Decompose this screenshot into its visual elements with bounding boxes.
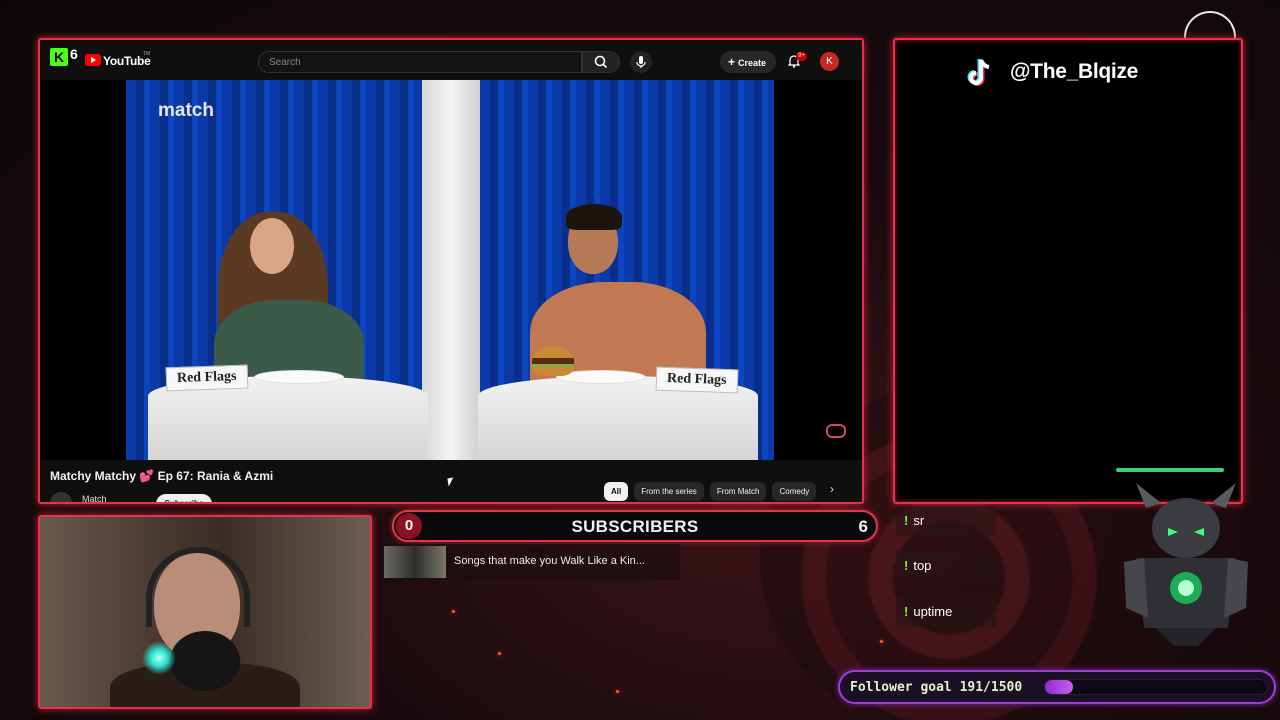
video-player[interactable]: match Red Flags Red Flags <box>40 80 862 460</box>
chip-from-series[interactable]: From the series <box>634 482 704 501</box>
video-brand-logo: match <box>158 100 214 121</box>
subscribers-label: SUBSCRIBERS <box>571 517 699 536</box>
tiktok-panel: @The_Blqize <box>893 38 1243 504</box>
command-top: ! top <box>896 551 996 581</box>
tiktok-progress-bar <box>1116 468 1224 472</box>
plate-left <box>254 370 344 384</box>
exclamation-icon: ! <box>904 558 909 573</box>
channel-avatar[interactable] <box>50 492 72 502</box>
youtube-window: K 6 YouTube TM Search + Create 9+ K match <box>38 38 864 504</box>
kick-logo-icon: K <box>50 48 68 66</box>
create-button[interactable]: + Create <box>720 51 776 73</box>
voice-search-button[interactable] <box>630 51 652 73</box>
red-flags-card-left: Red Flags <box>165 364 248 392</box>
ember <box>616 690 619 693</box>
chip-comedy[interactable]: Comedy <box>772 482 817 501</box>
ember <box>880 640 883 643</box>
now-playing: Songs that make you Walk Like a Kin... <box>380 544 680 580</box>
command-uptime: ! uptime <box>896 597 996 627</box>
command-label: uptime <box>913 604 953 619</box>
command-sr: ! sr <box>896 506 996 536</box>
subscribers-bar: SUBSCRIBERS 0 6 <box>392 510 878 542</box>
webcam-feed <box>38 515 372 709</box>
create-label: Create <box>738 58 767 68</box>
account-avatar[interactable]: K <box>820 52 839 71</box>
search-button[interactable] <box>582 51 620 73</box>
chip-all[interactable]: All <box>604 482 629 501</box>
follower-goal-fill <box>1045 680 1074 694</box>
notification-badge: 9+ <box>796 52 807 61</box>
exclamation-icon: ! <box>904 604 909 619</box>
divider-wall <box>422 80 480 460</box>
video-title: Matchy Matchy 💕 Ep 67: Rania & Azmi <box>50 469 274 483</box>
youtube-play-icon[interactable] <box>85 54 101 66</box>
chevron-right-icon[interactable]: › <box>830 482 834 496</box>
now-playing-title: Songs that make you Walk Like a Kin... <box>454 555 645 567</box>
command-label: sr <box>913 513 925 528</box>
watermark-icon <box>826 424 846 438</box>
search-input[interactable]: Search <box>258 51 582 73</box>
microphone-icon <box>636 56 646 68</box>
tiktok-handle: @The_Blqize <box>1010 60 1139 83</box>
subscribe-button[interactable]: Subscribe <box>156 494 212 502</box>
video-frame: match Red Flags Red Flags <box>126 80 774 460</box>
follower-goal: Follower goal 191/1500 <box>838 670 1276 704</box>
now-playing-thumbnail <box>384 546 446 578</box>
channel-name[interactable]: Match <box>82 494 107 502</box>
command-label: top <box>913 558 932 573</box>
man-hair <box>566 204 622 230</box>
ember <box>452 610 455 613</box>
search-icon <box>594 55 608 69</box>
follower-goal-track <box>1044 679 1268 695</box>
ember <box>498 652 501 655</box>
mouse-cursor-icon <box>447 477 455 487</box>
youtube-trademark: TM <box>143 51 151 57</box>
red-flags-card-right: Red Flags <box>655 366 738 394</box>
glowing-light <box>142 641 176 675</box>
burger <box>532 346 574 376</box>
follower-goal-text: Follower goal 191/1500 <box>850 680 1023 695</box>
microphone <box>170 631 240 691</box>
exclamation-icon: ! <box>904 513 909 528</box>
robot-mascot-icon <box>1124 483 1248 646</box>
subscribers-count-right: 6 <box>858 517 868 536</box>
subscribers-count-left: 0 <box>396 513 422 539</box>
tiktok-icon <box>967 59 990 86</box>
youtube-topbar: K 6 YouTube TM Search + Create 9+ K <box>40 40 862 80</box>
woman-face <box>250 218 294 274</box>
related-chips: All From the series From Match Comedy <box>604 482 817 501</box>
chip-from-match[interactable]: From Match <box>709 482 767 501</box>
plus-icon: + <box>728 55 736 69</box>
logo-number: 6 <box>70 46 78 62</box>
